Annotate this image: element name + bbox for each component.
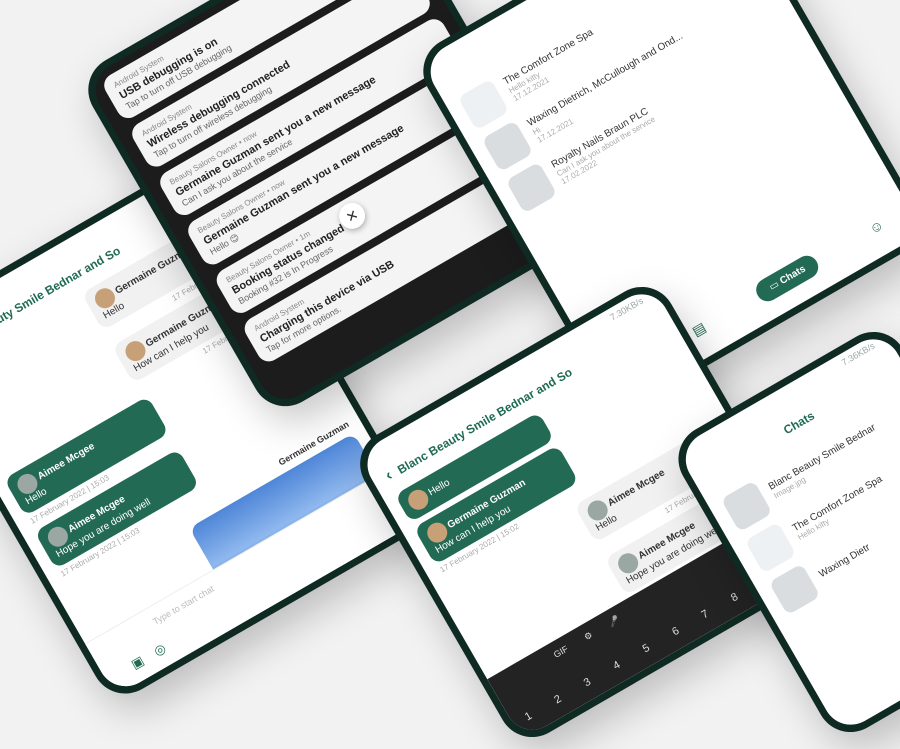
key[interactable]: 4 [611,659,622,672]
thumbnail [457,78,510,131]
key[interactable]: 6 [670,625,681,638]
profile-icon[interactable]: ☺ [866,216,886,237]
key[interactable]: 8 [729,591,740,604]
back-arrow-icon[interactable]: ‹ [382,467,396,485]
message-text: Hello [426,477,452,499]
key[interactable]: 7 [700,608,711,621]
thumbnail [720,480,773,533]
key[interactable]: 2 [552,693,563,706]
list-item-title: Waxing Dietr [817,541,872,580]
thumbnail [768,563,821,616]
bookings-icon[interactable]: ▤ [689,318,709,339]
thumbnail [505,161,558,214]
thumbnail [481,120,534,173]
key[interactable]: 5 [641,642,652,655]
key[interactable]: 1 [523,710,534,723]
camera-icon[interactable]: ◎ [151,640,169,660]
key[interactable]: 3 [582,676,593,689]
nav-chats-label: Chats [777,263,808,287]
nav-chats-button[interactable]: ▭ Chats [752,250,823,305]
gallery-icon[interactable]: ▣ [128,653,147,673]
thumbnail [744,521,797,574]
message-input[interactable]: Type to start chat [151,584,216,627]
